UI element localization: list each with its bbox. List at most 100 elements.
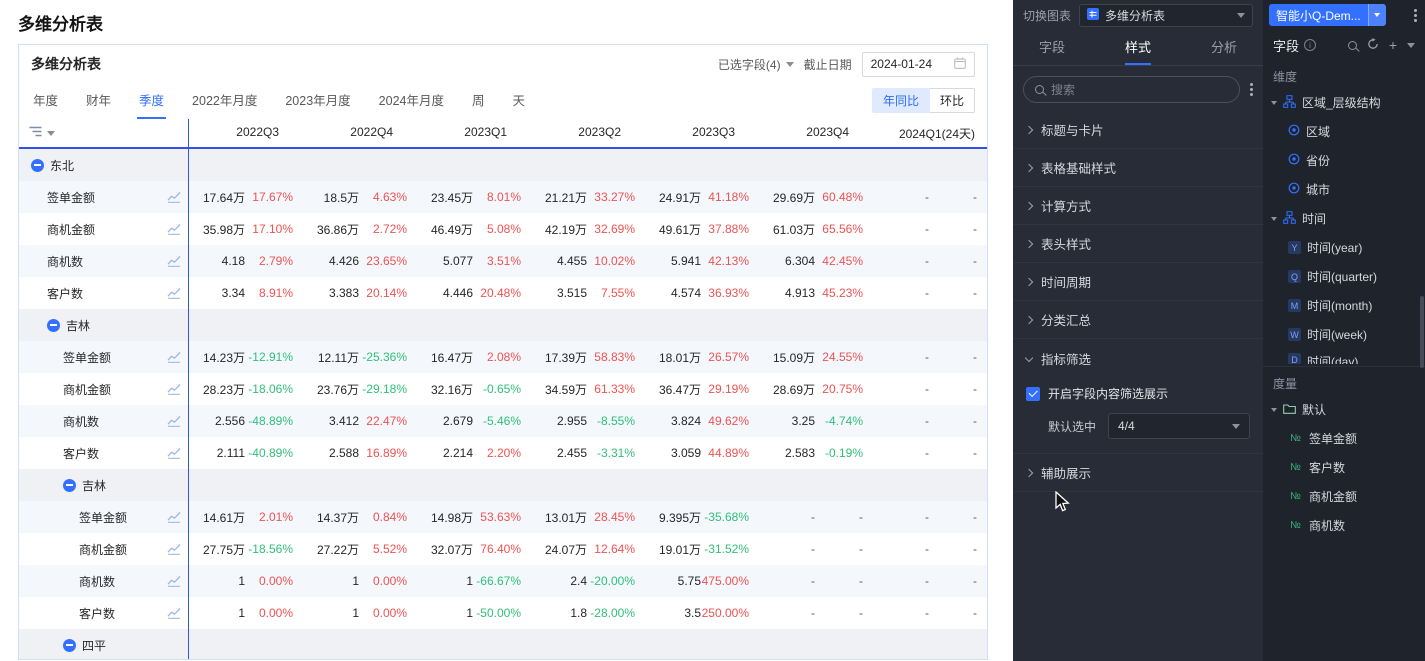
dimension-field-item[interactable]: 区域_层级结构 [1263, 88, 1425, 117]
measure-field-item[interactable]: №商机数 [1263, 511, 1425, 540]
cell-percent: -12.91% [245, 350, 293, 364]
table-cell: 5.0773.51% [417, 245, 531, 277]
style-section[interactable]: 计算方式 [1013, 187, 1263, 225]
style-search-input[interactable]: 搜索 [1023, 76, 1240, 103]
cell-value: 19.01万 [645, 541, 701, 558]
style-section[interactable]: 表头样式 [1013, 225, 1263, 263]
trend-chart-icon[interactable] [167, 287, 181, 302]
cell-percent: 28.45% [587, 510, 635, 524]
ai-assistant-caret[interactable] [1368, 4, 1386, 26]
table-cell: 4.91345.23% [759, 277, 873, 309]
cell-percent: 2.72% [359, 222, 407, 236]
style-section-metric-filter[interactable]: 指标筛选 [1013, 339, 1263, 377]
dimension-field-item[interactable]: Y时间(year) [1263, 233, 1425, 262]
cell-value: 18.01万 [645, 349, 701, 366]
style-section[interactable]: 分类汇总 [1013, 301, 1263, 339]
cell-percent: 0.00% [245, 606, 293, 620]
dimension-field-item[interactable]: 时间 [1263, 204, 1425, 233]
field-label: 签单金额 [1309, 430, 1357, 447]
table-cell: 4.45510.02% [531, 245, 645, 277]
table-cell: 19.01万-31.52% [645, 533, 759, 565]
trend-chart-icon[interactable] [167, 415, 181, 430]
ai-assistant-button[interactable]: 智能小Q-Dem... [1269, 4, 1386, 26]
table-metric-row: 商机金额27.75万-18.56%27.22万5.52%32.07万76.40%… [19, 533, 987, 565]
dimension-field-item[interactable]: Q时间(quarter) [1263, 262, 1425, 291]
measure-field-item[interactable]: №客户数 [1263, 453, 1425, 482]
config-tab[interactable]: 样式 [1125, 30, 1151, 65]
scrollbar-thumb[interactable] [1420, 296, 1424, 368]
dimension-field-item[interactable]: 区域 [1263, 117, 1425, 146]
dimension-field-item[interactable]: D时间(day) [1263, 349, 1425, 364]
collapse-toggle-icon[interactable] [47, 319, 60, 332]
config-tab[interactable]: 字段 [1039, 30, 1065, 65]
more-options-icon[interactable] [1414, 14, 1417, 17]
checkbox-checked-icon[interactable] [1026, 387, 1040, 401]
period-tab[interactable]: 季度 [137, 82, 166, 119]
group-label-cell[interactable]: 东北 [19, 149, 189, 181]
trend-chart-icon[interactable] [167, 223, 181, 238]
trend-chart-icon[interactable] [167, 255, 181, 270]
measure-field-item[interactable]: 默认 [1263, 395, 1425, 424]
chevron-down-icon[interactable] [1407, 43, 1415, 48]
compare-toggle-button[interactable]: 环比 [930, 88, 975, 113]
trend-chart-icon[interactable] [167, 607, 181, 622]
style-section[interactable]: 时间周期 [1013, 263, 1263, 301]
collapse-toggle-icon[interactable] [63, 639, 76, 652]
cell-value: 3.059 [645, 446, 701, 460]
cell-value: 1 [189, 606, 245, 620]
dimension-field-item[interactable]: M时间(month) [1263, 291, 1425, 320]
compare-toggle-button[interactable]: 年同比 [872, 88, 930, 113]
cell-value: 1 [189, 574, 245, 588]
refresh-icon[interactable] [1367, 38, 1379, 53]
measure-field-item[interactable]: №商机金额 [1263, 482, 1425, 511]
cell-value: 23.76万 [303, 381, 359, 398]
period-tab[interactable]: 年度 [31, 82, 60, 119]
trend-chart-icon[interactable] [167, 191, 181, 206]
deadline-date-picker[interactable]: 2024-01-24 [862, 52, 975, 77]
collapse-toggle-icon[interactable] [31, 159, 44, 172]
group-label-cell[interactable]: 吉林 [19, 469, 189, 501]
cell-value: 5.077 [417, 254, 473, 268]
trend-chart-icon[interactable] [167, 447, 181, 462]
period-tab[interactable]: 周 [470, 82, 487, 119]
period-tab[interactable]: 财年 [84, 82, 113, 119]
metric-label-cell: 签单金额 [19, 501, 189, 533]
cell-value: 14.61万 [189, 509, 245, 526]
trend-chart-icon[interactable] [167, 511, 181, 526]
filter-display-checkbox-row[interactable]: 开启字段内容筛选展示 [1026, 379, 1250, 413]
search-icon[interactable] [1348, 41, 1357, 50]
trend-chart-icon[interactable] [167, 575, 181, 590]
default-selected-dropdown[interactable]: 4/4 [1108, 413, 1250, 439]
hierarchy-icon [1283, 211, 1296, 227]
style-section[interactable]: 标题与卡片 [1013, 111, 1263, 149]
cell-percent: 22.47% [359, 414, 407, 428]
column-header: 2023Q4 [759, 125, 873, 142]
table-corner-cell[interactable] [19, 119, 189, 147]
period-tab[interactable]: 2022年月度 [190, 82, 259, 119]
measure-field-item[interactable]: №签单金额 [1263, 424, 1425, 453]
cell-value: 34.59万 [531, 381, 587, 398]
period-tab[interactable]: 天 [511, 82, 528, 119]
chart-type-select[interactable]: 多维分析表 [1079, 4, 1253, 27]
group-label-cell[interactable]: 吉林 [19, 309, 189, 341]
collapse-toggle-icon[interactable] [63, 479, 76, 492]
style-section[interactable]: 表格基础样式 [1013, 149, 1263, 187]
chevron-right-icon [1025, 239, 1033, 247]
trend-chart-icon[interactable] [167, 383, 181, 398]
table-cell: 42.19万32.69% [531, 213, 645, 245]
style-section[interactable]: 辅助展示 [1013, 454, 1263, 492]
period-tab[interactable]: 2023年月度 [283, 82, 352, 119]
config-tab[interactable]: 分析 [1211, 30, 1237, 65]
dimension-field-item[interactable]: 省份 [1263, 146, 1425, 175]
cell-value: 3.5 [645, 606, 701, 620]
more-options-icon[interactable] [1250, 88, 1253, 91]
period-tab[interactable]: 2024年月度 [377, 82, 446, 119]
add-field-icon[interactable]: + [1389, 38, 1397, 52]
trend-chart-icon[interactable] [167, 351, 181, 366]
selected-fields-dropdown[interactable]: 已选字段(4) [718, 56, 794, 73]
cell-percent: - [815, 574, 863, 588]
dimension-field-item[interactable]: 城市 [1263, 175, 1425, 204]
trend-chart-icon[interactable] [167, 543, 181, 558]
group-label-cell[interactable]: 四平 [19, 629, 189, 660]
dimension-field-item[interactable]: W时间(week) [1263, 320, 1425, 349]
